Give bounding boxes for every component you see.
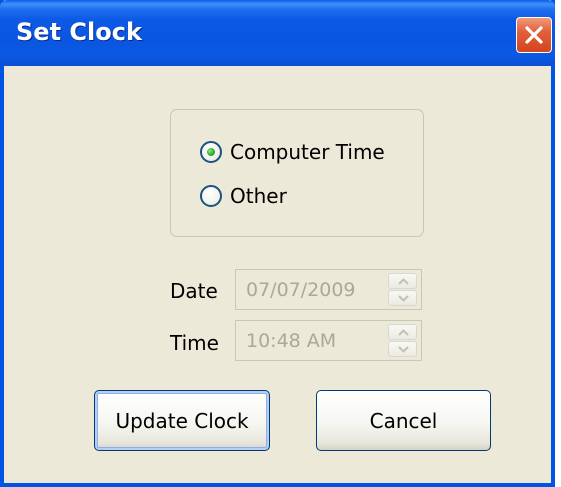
date-spin-up-button bbox=[388, 273, 417, 289]
time-spinner bbox=[388, 324, 417, 357]
chevron-up-icon bbox=[398, 278, 409, 285]
time-spin-up-button bbox=[388, 324, 417, 340]
date-label: Date bbox=[170, 279, 218, 303]
radio-label-other[interactable]: Other bbox=[230, 184, 287, 208]
close-icon bbox=[525, 26, 543, 44]
radio-button-computer-time[interactable] bbox=[200, 141, 222, 163]
time-picker: 10:48 AM bbox=[235, 320, 422, 361]
radio-other[interactable]: Other bbox=[200, 184, 287, 208]
radio-computer-time[interactable]: Computer Time bbox=[200, 140, 385, 164]
window-title: Set Clock bbox=[16, 18, 142, 46]
date-value: 07/07/2009 bbox=[246, 279, 356, 301]
chevron-up-icon bbox=[398, 329, 409, 336]
date-spin-down-button bbox=[388, 290, 417, 306]
radio-selected-dot bbox=[207, 148, 215, 156]
close-button[interactable] bbox=[516, 17, 552, 53]
radio-label-computer-time[interactable]: Computer Time bbox=[230, 140, 385, 164]
chevron-down-icon bbox=[398, 346, 409, 353]
radio-button-other[interactable] bbox=[200, 185, 222, 207]
set-clock-dialog: Set Clock Computer Time Other Date 07/07… bbox=[0, 0, 555, 487]
cancel-button[interactable]: Cancel bbox=[316, 390, 491, 451]
date-spinner bbox=[388, 273, 417, 306]
update-clock-button[interactable]: Update Clock bbox=[94, 390, 270, 451]
time-value: 10:48 AM bbox=[246, 330, 337, 352]
title-bar[interactable]: Set Clock bbox=[0, 0, 555, 66]
time-spin-down-button bbox=[388, 341, 417, 357]
time-label: Time bbox=[170, 331, 219, 355]
chevron-down-icon bbox=[398, 295, 409, 302]
time-source-group bbox=[170, 109, 424, 237]
date-picker: 07/07/2009 bbox=[235, 269, 422, 310]
